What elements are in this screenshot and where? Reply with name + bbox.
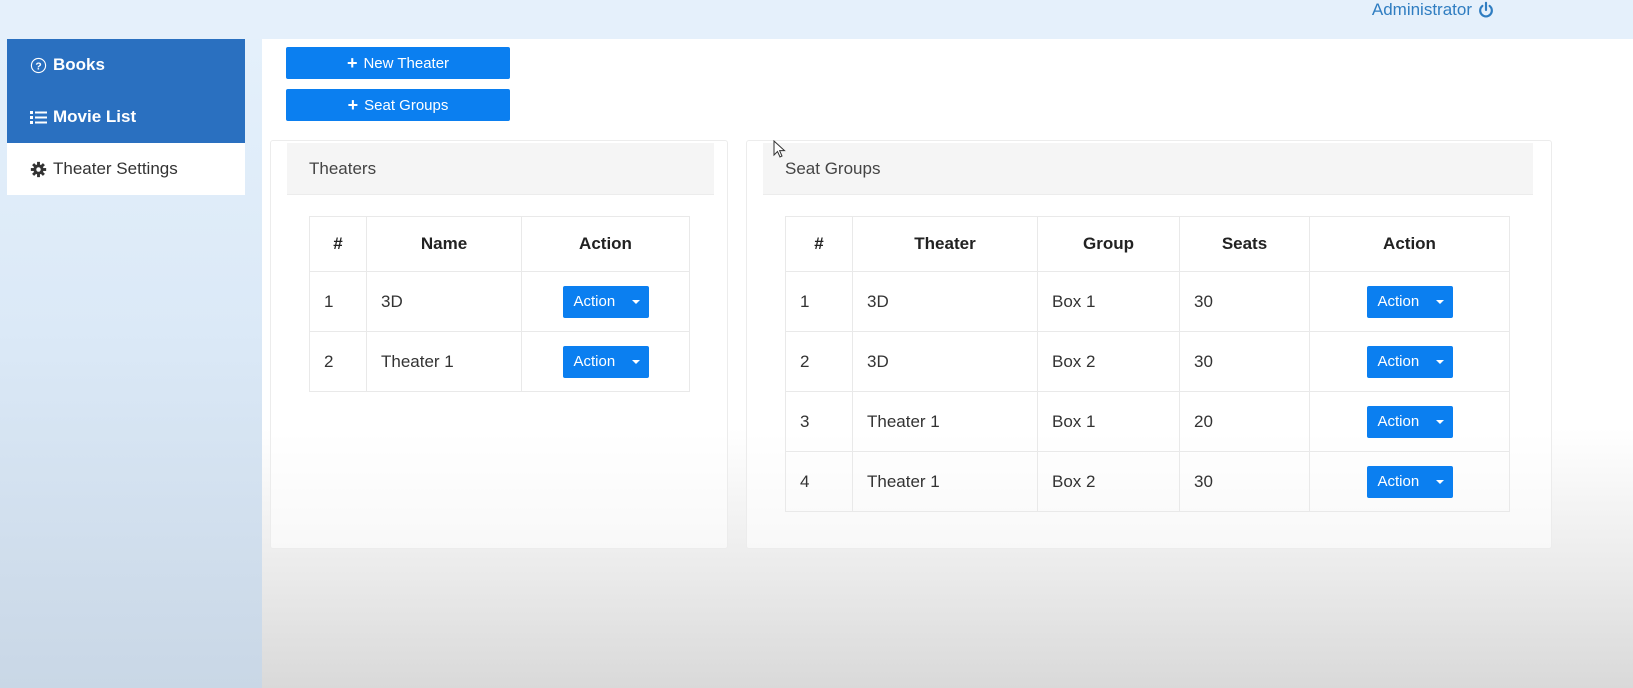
question-circle-icon: ? <box>29 56 47 74</box>
action-cell: Action <box>1309 451 1510 512</box>
action-dropdown-button[interactable]: Action <box>1366 405 1453 438</box>
action-dropdown-button[interactable]: Action <box>1366 465 1453 498</box>
svg-text:?: ? <box>35 61 41 72</box>
row-number: 3 <box>785 391 853 452</box>
seats-cell: 30 <box>1179 331 1310 392</box>
action-label: Action <box>1377 473 1420 490</box>
action-cell: Action <box>1309 331 1510 392</box>
column-header: # <box>309 216 367 272</box>
action-label: Action <box>1377 413 1420 430</box>
table-row: 2 Theater 1 Action <box>309 331 690 392</box>
group-cell: Box 2 <box>1037 451 1180 512</box>
sidebar-item-label: Theater Settings <box>53 159 178 178</box>
seat-groups-button[interactable]: + Seat Groups <box>286 89 510 121</box>
table-row: 3 Theater 1 Box 1 20 Action <box>785 391 1510 452</box>
user-menu[interactable]: Administrator <box>1372 0 1495 20</box>
theaters-panel: Theaters # Name Action 1 3D Action 2 The… <box>270 140 728 549</box>
caret-down-icon <box>1435 299 1444 304</box>
action-cell: Action <box>521 271 690 332</box>
column-header: Action <box>521 216 690 272</box>
action-dropdown-button[interactable]: Action <box>1366 285 1453 318</box>
row-number: 4 <box>785 451 853 512</box>
power-icon[interactable] <box>1477 1 1495 19</box>
theater-name: 3D <box>366 271 522 332</box>
column-header: # <box>785 216 853 272</box>
table-header-row: # Name Action <box>309 216 690 272</box>
action-cell: Action <box>521 331 690 392</box>
row-number: 2 <box>309 331 367 392</box>
sidebar: ? Books Movie List Theater Settings <box>0 39 262 688</box>
group-cell: Box 1 <box>1037 271 1180 332</box>
theaters-table: # Name Action 1 3D Action 2 Theater 1 Ac… <box>309 216 690 392</box>
theater-cell: 3D <box>852 331 1038 392</box>
panel-title: Theaters <box>287 143 714 195</box>
seat-groups-panel: Seat Groups # Theater Group Seats Action… <box>746 140 1552 549</box>
sidebar-item-movie-list[interactable]: Movie List <box>7 91 245 143</box>
list-icon <box>29 108 47 126</box>
column-header: Action <box>1309 216 1510 272</box>
theater-cell: Theater 1 <box>852 391 1038 452</box>
gear-icon <box>29 160 47 178</box>
sidebar-item-theater-settings[interactable]: Theater Settings <box>7 143 245 195</box>
theater-name: Theater 1 <box>366 331 522 392</box>
table-row: 2 3D Box 2 30 Action <box>785 331 1510 392</box>
seats-cell: 30 <box>1179 451 1310 512</box>
table-row: 4 Theater 1 Box 2 30 Action <box>785 451 1510 512</box>
action-cell: Action <box>1309 271 1510 332</box>
column-header: Group <box>1037 216 1180 272</box>
table-row: 1 3D Box 1 30 Action <box>785 271 1510 332</box>
seat-groups-label: Seat Groups <box>364 96 449 114</box>
caret-down-icon <box>1435 419 1444 424</box>
caret-down-icon <box>1435 359 1444 364</box>
plus-icon: + <box>347 95 359 115</box>
action-label: Action <box>1377 353 1420 370</box>
group-cell: Box 1 <box>1037 391 1180 452</box>
seats-cell: 20 <box>1179 391 1310 452</box>
top-bar: Administrator <box>0 0 1633 39</box>
sidebar-item-label: Books <box>53 55 105 74</box>
row-number: 2 <box>785 331 853 392</box>
panel-title: Seat Groups <box>763 143 1533 195</box>
column-header: Seats <box>1179 216 1310 272</box>
plus-icon: + <box>346 53 358 73</box>
caret-down-icon <box>631 359 640 364</box>
theater-cell: Theater 1 <box>852 451 1038 512</box>
row-number: 1 <box>785 271 853 332</box>
column-header: Name <box>366 216 522 272</box>
column-header: Theater <box>852 216 1038 272</box>
theater-cell: 3D <box>852 271 1038 332</box>
group-cell: Box 2 <box>1037 331 1180 392</box>
action-label: Action <box>573 293 616 310</box>
caret-down-icon <box>631 299 640 304</box>
new-theater-button[interactable]: + New Theater <box>286 47 510 79</box>
seat-groups-table: # Theater Group Seats Action 1 3D Box 1 … <box>785 216 1510 512</box>
sidebar-item-books[interactable]: ? Books <box>7 39 245 91</box>
sidebar-menu: ? Books Movie List Theater Settings <box>7 39 245 195</box>
action-dropdown-button[interactable]: Action <box>562 285 649 318</box>
action-label: Action <box>1377 293 1420 310</box>
row-number: 1 <box>309 271 367 332</box>
action-label: Action <box>573 353 616 370</box>
action-dropdown-button[interactable]: Action <box>562 345 649 378</box>
new-theater-label: New Theater <box>363 54 450 72</box>
sidebar-item-label: Movie List <box>53 107 137 126</box>
action-dropdown-button[interactable]: Action <box>1366 345 1453 378</box>
action-cell: Action <box>1309 391 1510 452</box>
caret-down-icon <box>1435 479 1444 484</box>
seats-cell: 30 <box>1179 271 1310 332</box>
table-row: 1 3D Action <box>309 271 690 332</box>
user-name[interactable]: Administrator <box>1372 0 1472 20</box>
mouse-cursor-icon <box>773 140 786 158</box>
main-content: + New Theater + Seat Groups Theaters # N… <box>262 39 1633 688</box>
table-header-row: # Theater Group Seats Action <box>785 216 1510 272</box>
